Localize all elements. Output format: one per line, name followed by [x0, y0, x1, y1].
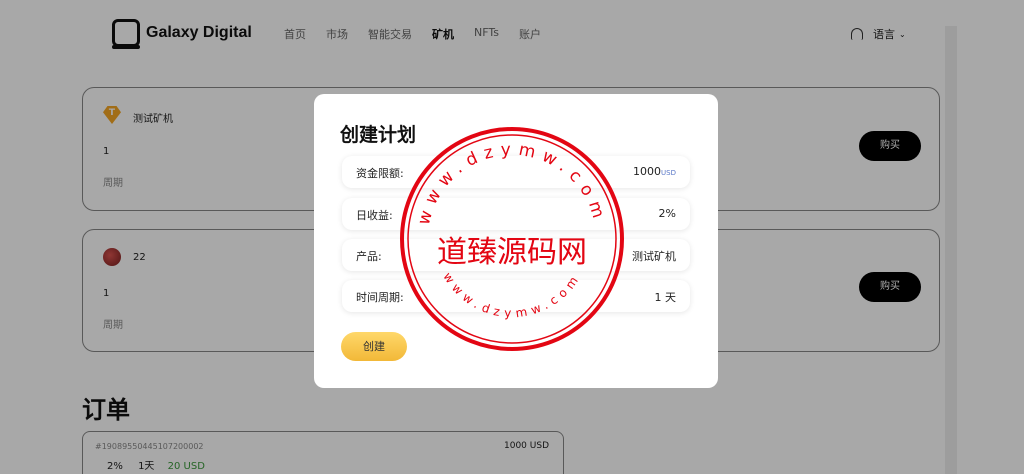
field-value: 1000USD	[633, 165, 676, 178]
field-label: 产品:	[356, 250, 382, 263]
field-fund-limit: 资金限额: 1000USD	[342, 156, 690, 188]
field-label: 时间周期:	[356, 291, 404, 304]
field-product: 产品: 测试矿机	[342, 239, 690, 271]
modal-title: 创建计划	[340, 124, 417, 146]
create-plan-modal: 创建计划 资金限额: 1000USD 日收益: 2% 产品: 测试矿机 时间周期…	[314, 94, 718, 388]
fund-limit-value: 1000	[633, 165, 662, 178]
field-value: 1 天	[654, 291, 677, 304]
field-time-period: 时间周期: 1 天	[342, 280, 690, 312]
field-value: 2%	[658, 207, 676, 220]
fund-limit-unit: USD	[661, 169, 676, 177]
field-daily-return: 日收益: 2%	[342, 198, 690, 230]
field-value: 测试矿机	[632, 250, 676, 263]
field-label: 日收益:	[356, 209, 393, 222]
create-button[interactable]: 创建	[341, 332, 407, 361]
field-label: 资金限额:	[356, 167, 404, 180]
